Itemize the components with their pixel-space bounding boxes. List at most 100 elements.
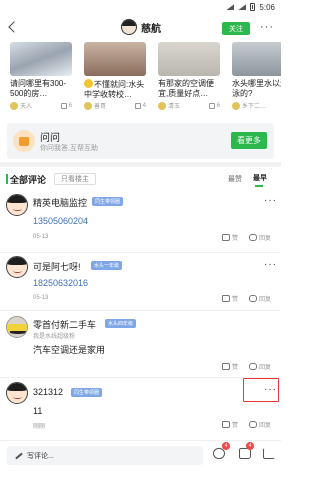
section-divider xyxy=(0,162,281,167)
comments-header: 全部评论 只看楼主 最赞 最早 xyxy=(0,170,281,190)
card-likes: 6 xyxy=(68,102,72,109)
like-button[interactable]: 赞 xyxy=(222,294,238,303)
wifi-icon xyxy=(226,4,235,10)
pencil-icon xyxy=(15,452,23,459)
related-card[interactable]: 有那家的空调便宜,质量好点… 清玉 6 xyxy=(158,42,220,110)
see-more-button[interactable]: 看更多 xyxy=(231,132,267,149)
sort-earliest[interactable]: 最早 xyxy=(253,173,267,187)
comment-author[interactable]: 精英电脑监控 xyxy=(33,196,87,209)
reply-icon xyxy=(249,363,257,370)
card-meta: 天人 6 xyxy=(10,101,72,110)
divider xyxy=(0,377,281,378)
back-icon[interactable] xyxy=(5,18,23,36)
header-user[interactable]: 慈航 xyxy=(121,19,161,35)
battery-icon xyxy=(250,3,256,11)
reply-button[interactable]: 回复 xyxy=(249,294,271,303)
reply-icon xyxy=(249,234,257,241)
ask-banner[interactable]: 问问 你问我答,互帮互助 看更多 xyxy=(7,123,274,159)
comment-date: 05-13 xyxy=(33,234,49,240)
comment-count-badge: 4 xyxy=(222,442,230,450)
page-title: 慈航 xyxy=(141,23,161,35)
share-icon[interactable] xyxy=(263,448,275,459)
reply-button[interactable]: 回复 xyxy=(249,233,271,242)
level-badge: 水头一年级 xyxy=(91,261,123,270)
card-likes: 6 xyxy=(216,102,220,109)
emoji-icon xyxy=(84,79,93,88)
card-title-wrap: 不懂就问:水头中学收转校… xyxy=(84,79,146,99)
status-time: 5:06 xyxy=(259,2,275,12)
more-icon[interactable]: ··· xyxy=(264,260,277,270)
comment-author[interactable]: 零首付新二手车 xyxy=(33,318,96,331)
card-thumbnail xyxy=(232,42,281,76)
thumbs-up-icon xyxy=(134,102,141,109)
avatar xyxy=(121,19,137,35)
comment-text[interactable]: 汽车空调还是家用 xyxy=(33,343,105,356)
highlight-box xyxy=(243,378,279,402)
avatar[interactable] xyxy=(6,194,28,216)
more-icon[interactable]: ··· xyxy=(264,196,277,206)
level-badge: 水头四年级 xyxy=(105,319,137,328)
comment-date: 刚刚 xyxy=(33,424,46,430)
write-comment-input[interactable]: 写评论... xyxy=(7,446,203,465)
comment-author[interactable]: 可是阿七呀! xyxy=(33,260,81,273)
divider xyxy=(0,310,281,311)
like-button[interactable]: 赞 xyxy=(222,362,238,371)
owner-only-filter[interactable]: 只看楼主 xyxy=(54,173,96,185)
card-thumbnail xyxy=(84,42,146,76)
accent-bar xyxy=(6,174,8,184)
like-button[interactable]: 赞 xyxy=(222,233,238,242)
sort-most-liked[interactable]: 最赞 xyxy=(228,174,242,184)
avatar xyxy=(232,101,240,110)
reply-label: 回复 xyxy=(259,297,272,303)
thumbs-up-icon xyxy=(222,363,230,370)
comment-date: 05-13 xyxy=(33,295,49,301)
reply-label: 回复 xyxy=(259,236,272,242)
follow-button[interactable]: 关注 xyxy=(222,22,250,35)
like-label: 赞 xyxy=(232,423,239,429)
top-header: 慈航 关注 ··· xyxy=(0,14,281,42)
thumbs-up-icon xyxy=(222,421,230,428)
more-icon[interactable]: ··· xyxy=(260,22,274,33)
avatar xyxy=(158,101,166,110)
reply-button[interactable]: 回复 xyxy=(249,420,271,429)
like-label: 赞 xyxy=(232,297,239,303)
avatar xyxy=(84,101,92,110)
reply-icon xyxy=(249,421,257,428)
related-cards: 请问哪里有300-500的房… 天人 6 不懂就问:水头中学收转校… 善哥 4 … xyxy=(0,42,281,113)
comment-item: 可是阿七呀! 水头一年级 ··· 18250632016 05-13 赞 回复 xyxy=(0,256,281,308)
reply-label: 回复 xyxy=(259,423,272,429)
card-author: 善哥 xyxy=(94,104,107,110)
card-thumbnail xyxy=(158,42,220,76)
like-label: 赞 xyxy=(232,365,239,371)
avatar[interactable] xyxy=(6,316,28,338)
reply-icon xyxy=(249,295,257,302)
card-meta: 乡下二… xyxy=(232,101,281,110)
divider xyxy=(0,252,281,253)
comment-signature: 我是水线超级粉 xyxy=(33,334,76,340)
reply-button[interactable]: 回复 xyxy=(249,362,271,371)
comment-text[interactable]: 11 xyxy=(33,406,42,416)
level-badge: 同生带领圈 xyxy=(71,388,103,397)
card-author: 清玉 xyxy=(168,104,181,110)
level-badge: 同生带领圈 xyxy=(92,197,124,206)
comment-icon[interactable] xyxy=(213,448,225,459)
comment-text[interactable]: 18250632016 xyxy=(33,278,88,288)
comment-author[interactable]: 321312 xyxy=(33,387,63,397)
like-button[interactable]: 赞 xyxy=(222,420,238,429)
thumbs-up-icon xyxy=(60,102,67,109)
card-title: 请问哪里有300-500的房… xyxy=(10,79,67,98)
status-bar: 5:06 xyxy=(0,0,281,14)
card-title: 水头哪里水以游泳的? xyxy=(232,79,281,98)
related-card[interactable]: 请问哪里有300-500的房… 天人 6 xyxy=(10,42,72,110)
card-author: 天人 xyxy=(20,104,33,110)
comment-text[interactable]: 13505060204 xyxy=(33,216,88,226)
avatar[interactable] xyxy=(6,256,28,278)
avatar xyxy=(10,101,18,110)
related-card[interactable]: 不懂就问:水头中学收转校… 善哥 4 xyxy=(84,42,146,110)
write-comment-placeholder: 写评论... xyxy=(27,452,54,460)
avatar[interactable] xyxy=(6,382,28,404)
comment-item: 零首付新二手车 水头四年级 我是水线超级粉 汽车空调还是家用 赞 回复 xyxy=(0,316,281,374)
card-thumbnail xyxy=(10,42,72,76)
card-author: 乡下二… xyxy=(242,104,267,110)
related-card[interactable]: 水头哪里水以游泳的? 乡下二… xyxy=(232,42,281,110)
